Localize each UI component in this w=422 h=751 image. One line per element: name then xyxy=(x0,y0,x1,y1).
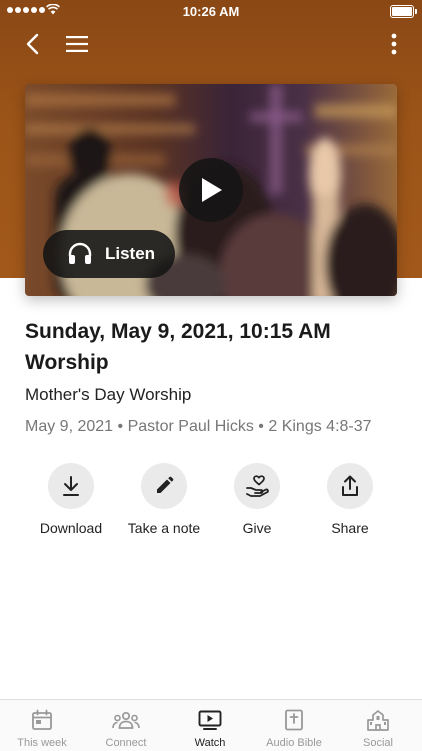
play-screen-icon xyxy=(198,710,222,730)
listen-label: Listen xyxy=(105,244,156,263)
give-button[interactable]: Give xyxy=(207,463,307,536)
give-icon-circle[interactable] xyxy=(234,463,280,509)
take-note-label: Take a note xyxy=(127,520,201,536)
pencil-icon xyxy=(157,476,174,493)
download-label: Download xyxy=(39,520,103,536)
back-button[interactable] xyxy=(18,30,46,58)
bottom-tab-bar: This week Connect Watch Audio Bible Soci… xyxy=(0,699,422,751)
play-button[interactable] xyxy=(179,158,243,222)
tab-audio-bible-label: Audio Bible xyxy=(266,737,322,749)
headphones-icon xyxy=(67,241,93,267)
tab-watch-label: Watch xyxy=(194,737,226,749)
bible-icon xyxy=(285,709,303,731)
take-note-button[interactable]: Take a note xyxy=(114,463,214,536)
sermon-meta: May 9, 2021 • Pastor Paul Hicks • 2 King… xyxy=(25,418,372,436)
tab-audio-bible[interactable]: Audio Bible xyxy=(252,700,336,751)
more-options-button[interactable] xyxy=(388,30,400,58)
tab-social-label: Social xyxy=(363,737,393,749)
tab-watch[interactable]: Watch xyxy=(168,700,252,751)
tab-social[interactable]: Social xyxy=(336,700,420,751)
chevron-left-icon xyxy=(26,33,39,55)
tab-this-week-label: This week xyxy=(17,737,67,749)
download-icon xyxy=(63,476,79,496)
download-button[interactable]: Download xyxy=(21,463,121,536)
download-icon-circle[interactable] xyxy=(48,463,94,509)
listen-button[interactable]: Listen xyxy=(43,230,175,278)
share-label: Share xyxy=(331,520,369,536)
status-time: 10:26 AM xyxy=(182,4,240,19)
meta-separator: • xyxy=(258,418,264,435)
sermon-scripture[interactable]: 2 Kings 4:8-37 xyxy=(268,418,371,435)
meta-separator: • xyxy=(117,418,124,435)
note-icon-circle[interactable] xyxy=(141,463,187,509)
share-button[interactable]: Share xyxy=(300,463,400,536)
sermon-subtitle: Mother's Day Worship xyxy=(25,385,192,404)
share-icon xyxy=(342,475,358,496)
give-heart-hand-icon xyxy=(246,475,269,497)
battery-icon xyxy=(390,5,417,18)
sermon-date: May 9, 2021 xyxy=(25,418,114,435)
tab-connect[interactable]: Connect xyxy=(84,700,168,751)
tab-this-week[interactable]: This week xyxy=(0,700,84,751)
status-bar: 10:26 AM xyxy=(0,0,422,22)
people-icon xyxy=(112,711,140,729)
hamburger-icon xyxy=(66,36,88,52)
video-player[interactable]: Listen xyxy=(25,84,397,296)
sermon-speaker[interactable]: Pastor Paul Hicks xyxy=(128,418,254,435)
vertical-dots-icon xyxy=(391,33,397,55)
church-building-icon xyxy=(367,710,389,731)
sermon-title: Sunday, May 9, 2021, 10:15 AM Worship xyxy=(25,320,331,374)
tab-connect-label: Connect xyxy=(105,737,147,749)
menu-button[interactable] xyxy=(62,30,92,58)
calendar-icon xyxy=(32,709,52,730)
share-icon-circle[interactable] xyxy=(327,463,373,509)
play-icon xyxy=(202,178,222,202)
give-label: Give xyxy=(242,520,272,536)
